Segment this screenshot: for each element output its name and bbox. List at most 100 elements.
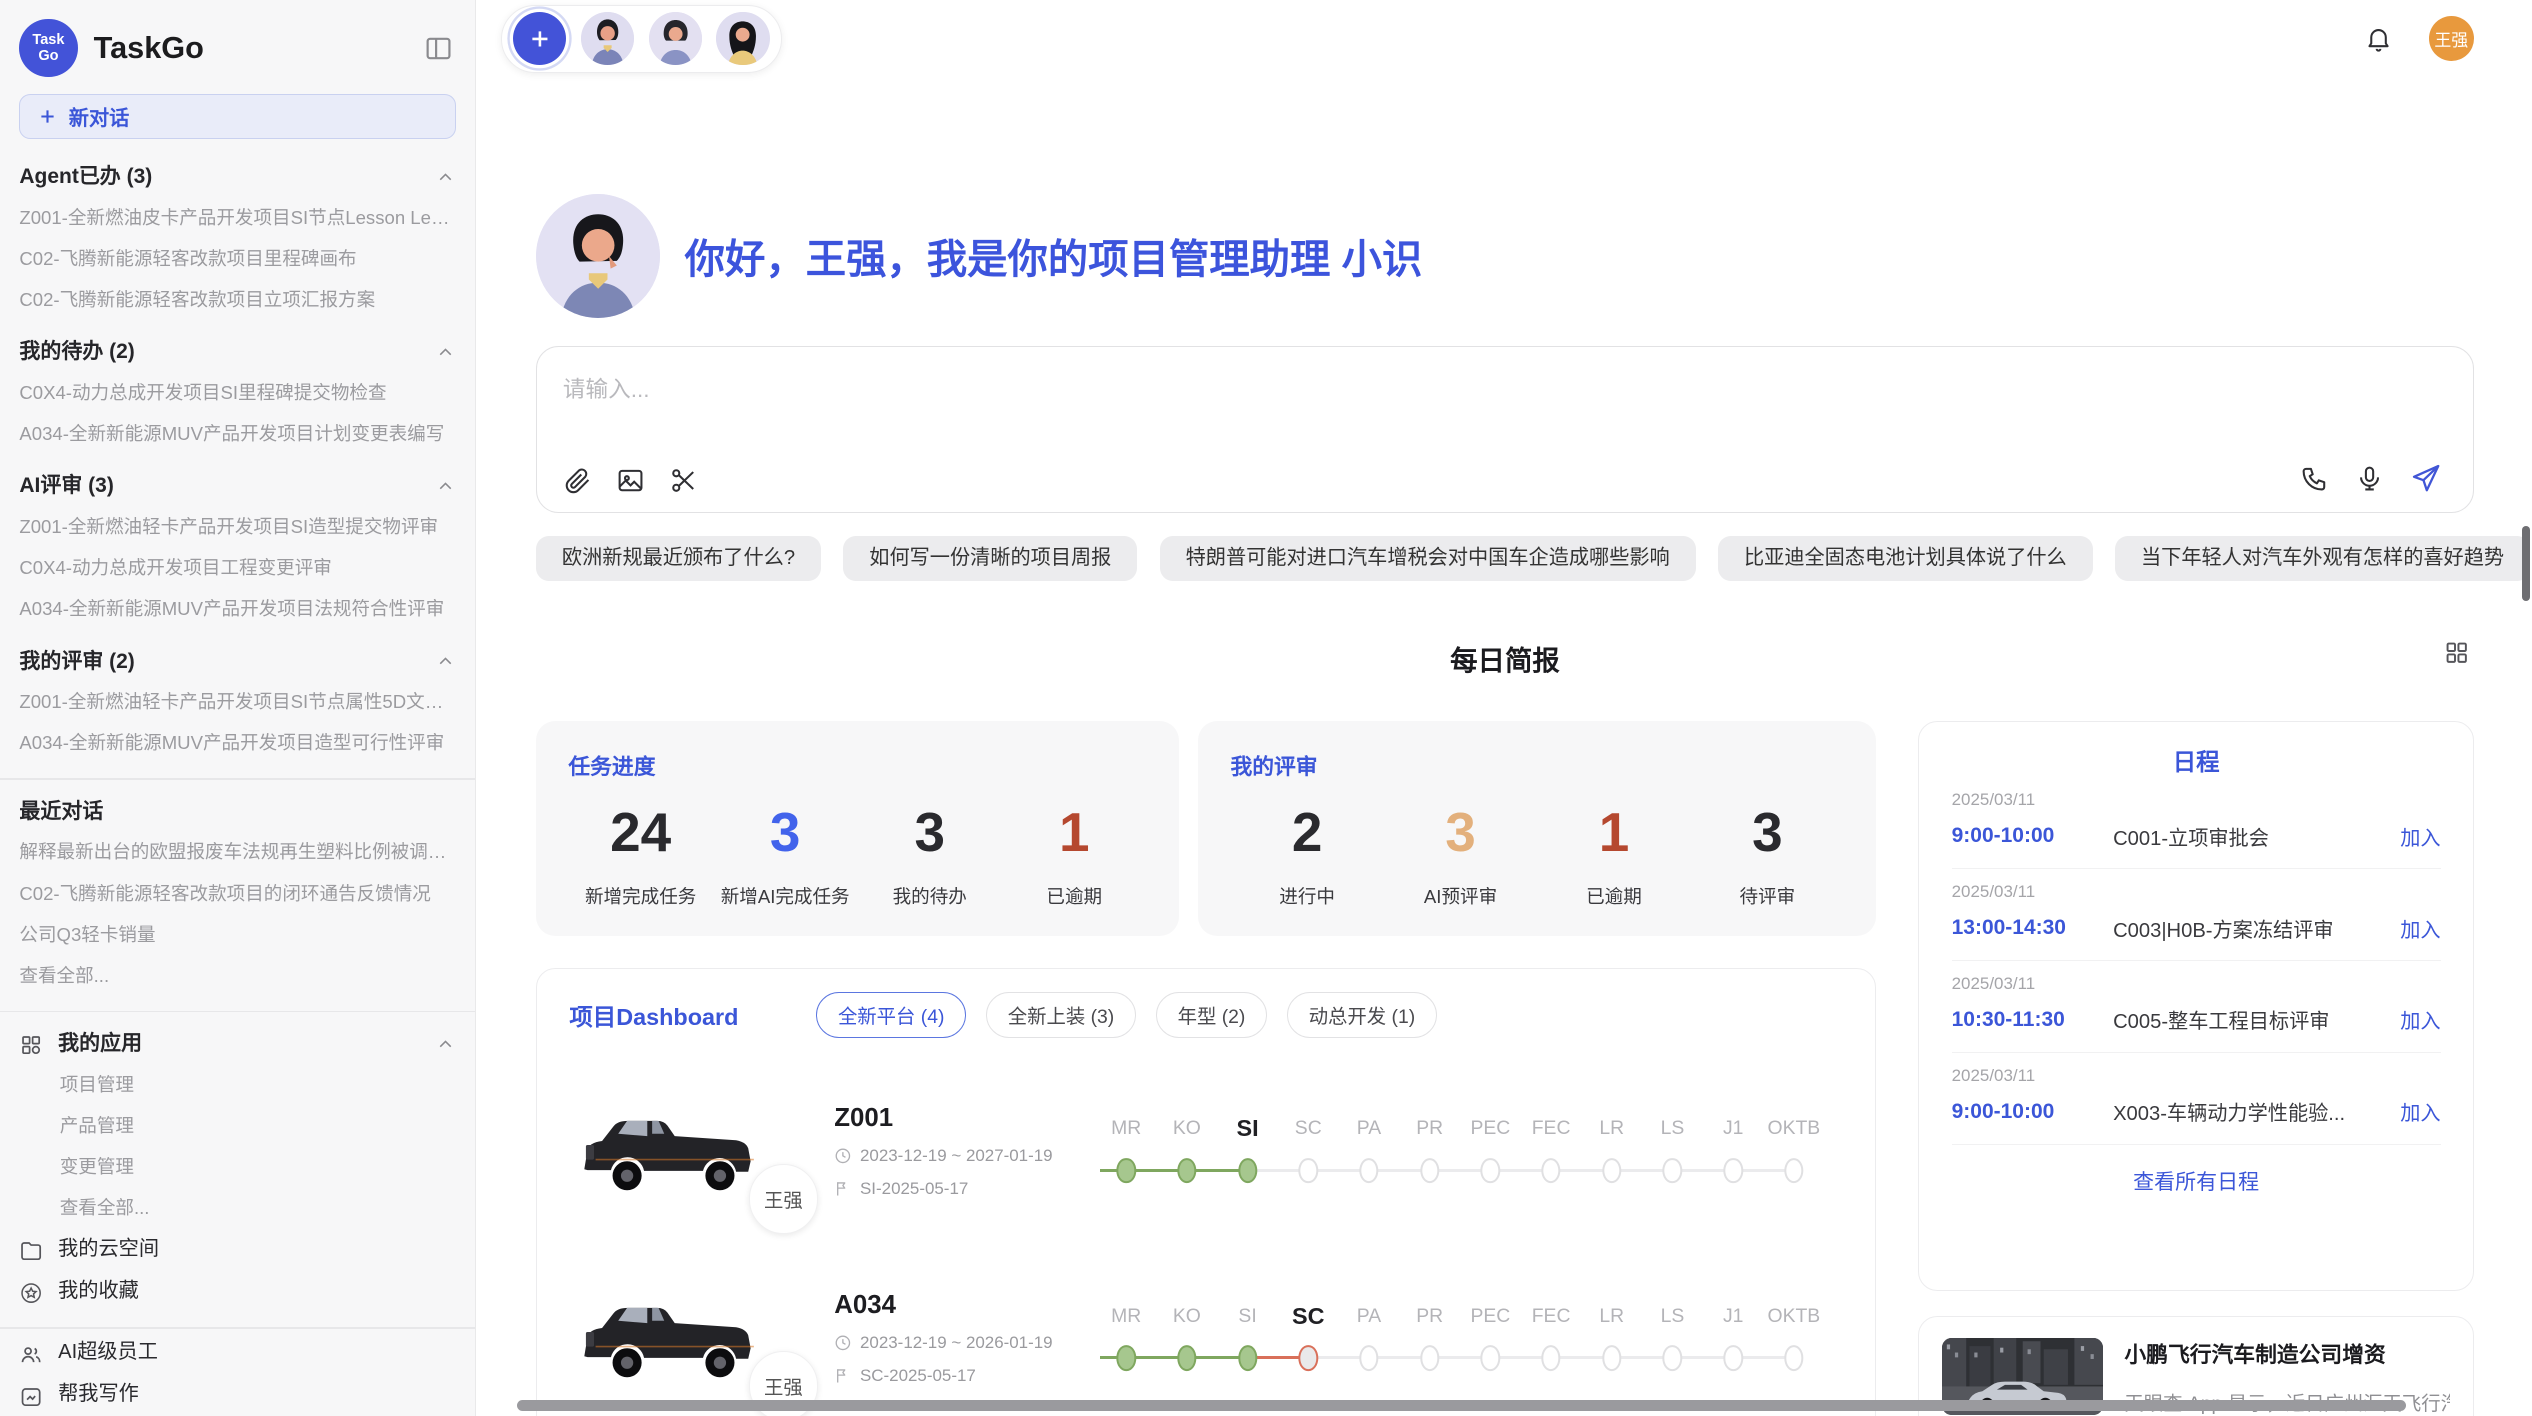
vertical-scrollbar[interactable]	[2522, 526, 2530, 600]
new-session-button[interactable]	[513, 12, 566, 65]
dashboard-tab[interactable]: 年型 (2)	[1156, 992, 1268, 1038]
sidebar-item[interactable]: C02-飞腾新能源轻客改款项目立项汇报方案	[19, 279, 456, 320]
sidebar-item[interactable]: Z001-全新燃油皮卡产品开发项目SI节点Lesson Learn报告	[19, 197, 456, 238]
milestone-dot	[1723, 1345, 1742, 1371]
schedule-date: 2025/03/11	[1952, 974, 2441, 994]
schedule-row: 13:00-14:30C003|H0B-方案冻结评审加入	[1952, 914, 2441, 943]
new-chat-button[interactable]: 新对话	[19, 94, 456, 139]
session-avatar-3[interactable]	[716, 12, 769, 65]
recent-conversation-item[interactable]: 公司Q3轻卡销量	[19, 914, 456, 955]
user-avatar[interactable]: 王强	[2429, 16, 2474, 61]
project-flag-milestone-text: SI-2025-05-17	[860, 1179, 968, 1199]
sidebar-section-title: AI评审 (3)	[19, 467, 113, 506]
stat-label: 已逾期	[1537, 882, 1690, 909]
app-subitem[interactable]: 产品管理	[19, 1105, 456, 1146]
phone-call-icon[interactable]	[2300, 464, 2329, 493]
schedule-title-text: X003-车辆动力学性能验...	[2113, 1097, 2387, 1126]
milestone-label: LS	[1642, 1300, 1703, 1334]
sidebar-item[interactable]: A034-全新新能源MUV产品开发项目造型可行性评审	[19, 722, 456, 763]
my-apps-header[interactable]: 我的应用	[19, 1025, 456, 1064]
milestone-label: SI	[1217, 1112, 1278, 1146]
project-info: Z0012023-12-19 ~ 2027-01-19SI-2025-05-17	[812, 1104, 1087, 1199]
recent-conversation-item[interactable]: 解释最新出台的欧盟报废车法规再生塑料比例被调至15%...	[19, 831, 456, 872]
schedule-date: 2025/03/11	[1952, 882, 2441, 902]
sidebar-section-header[interactable]: 我的待办 (2)	[19, 333, 456, 372]
dashboard-header: 项目Dashboard 全新平台 (4)全新上装 (3)年型 (2)动总开发 (…	[569, 992, 1843, 1038]
sidebar-item[interactable]: A034-全新新能源MUV产品开发项目计划变更表编写	[19, 413, 456, 454]
join-button[interactable]: 加入	[2400, 1097, 2440, 1126]
message-input[interactable]: 请输入...	[536, 346, 2474, 514]
layout-grid-icon[interactable]	[2443, 639, 2470, 666]
sidebar-item[interactable]: A034-全新新能源MUV产品开发项目法规符合性评审	[19, 588, 456, 629]
sidebar-item[interactable]: C0X4-动力总成开发项目工程变更评审	[19, 547, 456, 588]
recent-conversation-item[interactable]: C02-飞腾新能源轻客改款项目的闭环通告反馈情况	[19, 873, 456, 914]
horizontal-scrollbar[interactable]	[517, 1400, 2406, 1411]
join-button[interactable]: 加入	[2400, 914, 2440, 943]
attachment-icon[interactable]	[563, 466, 592, 495]
schedule-title-text: C001-立项审批会	[2113, 822, 2387, 851]
stat-column: 3AI预评审	[1384, 802, 1537, 909]
send-icon[interactable]	[2410, 462, 2442, 494]
sidebar-item-ai-staff[interactable]: AI超级员工	[19, 1332, 456, 1374]
view-all-link[interactable]: 查看全部...	[19, 955, 456, 996]
suggestion-chip[interactable]: 欧洲新规最近颁布了什么?	[536, 536, 821, 581]
sidebar-section-header[interactable]: AI评审 (3)	[19, 467, 456, 506]
suggestion-chip[interactable]: 如何写一份清晰的项目周报	[843, 536, 1137, 581]
session-avatar-2[interactable]	[649, 12, 702, 65]
stat-label: 待评审	[1691, 882, 1844, 909]
app-subitem[interactable]: 项目管理	[19, 1064, 456, 1105]
milestone-dot	[1359, 1158, 1378, 1184]
milestone-label: MR	[1096, 1300, 1157, 1334]
dashboard-tab[interactable]: 全新上装 (3)	[986, 992, 1136, 1038]
suggestion-chip[interactable]: 比亚迪全固态电池计划具体说了什么	[1718, 536, 2092, 581]
sidebar-item-favorites[interactable]: 我的收藏	[19, 1271, 456, 1313]
app-subitem[interactable]: 查看全部...	[19, 1187, 456, 1228]
sidebar-section-header[interactable]: 我的评审 (2)	[19, 643, 456, 682]
app-subitem[interactable]: 变更管理	[19, 1146, 456, 1187]
input-placeholder: 请输入...	[563, 371, 2447, 404]
milestone-dot	[1602, 1158, 1621, 1184]
news-title: 小鹏飞行汽车制造公司增资	[2124, 1338, 2450, 1369]
microphone-icon[interactable]	[2355, 464, 2384, 493]
folder-icon	[19, 1237, 43, 1261]
milestone-dot	[1238, 1345, 1257, 1371]
milestone-label: PR	[1399, 1300, 1460, 1334]
sidebar-item[interactable]: C0X4-动力总成开发项目SI里程碑提交物检查	[19, 372, 456, 413]
composer-left-icons	[563, 466, 699, 495]
sidebar-item-writing[interactable]: 帮我写作	[19, 1374, 456, 1416]
view-all-schedule-link[interactable]: 查看所有日程	[1952, 1166, 2441, 1196]
sidebar-item-cloud[interactable]: 我的云空间	[19, 1229, 456, 1271]
sidebar-section-recent-header[interactable]: 最近对话	[19, 793, 456, 832]
image-upload-icon[interactable]	[616, 466, 645, 495]
stat-value: 3	[1384, 802, 1537, 862]
suggestion-chip[interactable]: 当下年轻人对汽车外观有怎样的喜好趋势	[2115, 536, 2530, 581]
milestone-dot	[1784, 1158, 1803, 1184]
milestone-track: MRKOSISCPAPRPECFECLRLSJ1OKTB	[1096, 1300, 1843, 1378]
dashboard-tab[interactable]: 动总开发 (1)	[1287, 992, 1437, 1038]
sidebar-collapse-icon[interactable]	[424, 34, 453, 63]
sidebar-section-header[interactable]: Agent已办 (3)	[19, 158, 456, 197]
sidebar-item[interactable]: Z001-全新燃油轻卡产品开发项目SI节点属性5D文件评审	[19, 681, 456, 722]
join-button[interactable]: 加入	[2400, 1005, 2440, 1034]
people-icon	[19, 1341, 43, 1365]
project-date-range-text: 2023-12-19 ~ 2026-01-19	[860, 1333, 1053, 1353]
milestone-j1: J1	[1703, 1112, 1764, 1190]
milestone-lr: LR	[1581, 1112, 1642, 1190]
suggestion-chip[interactable]: 特朗普可能对进口汽车增税会对中国车企造成哪些影响	[1160, 536, 1696, 581]
project-owner-badge: 王强	[749, 1164, 818, 1233]
session-avatar-1[interactable]	[581, 12, 634, 65]
scissors-icon[interactable]	[669, 466, 698, 495]
join-button[interactable]: 加入	[2400, 822, 2440, 851]
schedule-row: 10:30-11:30C005-整车工程目标评审加入	[1952, 1005, 2441, 1034]
review-card-title: 我的评审	[1230, 750, 1844, 781]
notification-bell-icon[interactable]	[2364, 24, 2393, 53]
clock-icon	[834, 1147, 852, 1165]
sidebar-item[interactable]: Z001-全新燃油轻卡产品开发项目SI造型提交物评审	[19, 506, 456, 547]
milestone-dot	[1177, 1345, 1196, 1371]
milestone-dot	[1177, 1158, 1196, 1184]
schedule-item: 2025/03/119:00-10:00X003-车辆动力学性能验...加入	[1952, 1053, 2441, 1145]
stat-column: 1已逾期	[1002, 802, 1147, 909]
right-column: 日程 2025/03/119:00-10:00C001-立项审批会加入2025/…	[1918, 721, 2474, 1416]
sidebar-item[interactable]: C02-飞腾新能源轻客改款项目里程碑画布	[19, 238, 456, 279]
dashboard-tab[interactable]: 全新平台 (4)	[816, 992, 966, 1038]
